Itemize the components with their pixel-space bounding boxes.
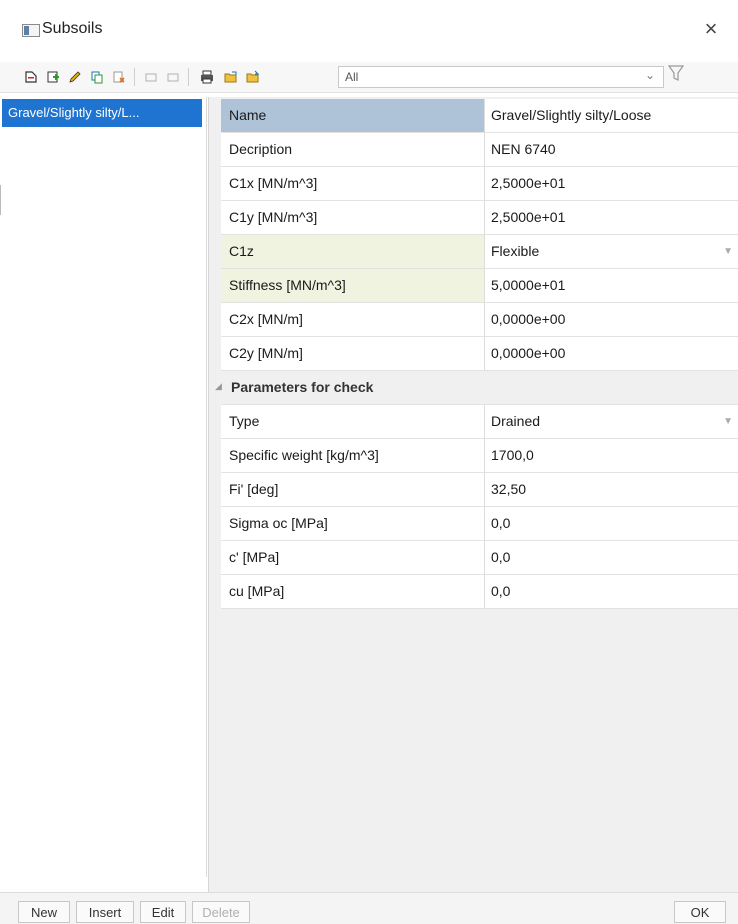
toolbar-button-8[interactable] bbox=[198, 68, 216, 86]
collapse-caret-icon[interactable]: ◢ bbox=[215, 381, 222, 392]
toolbar-button-3[interactable] bbox=[66, 68, 84, 86]
dropdown-caret-icon: ▼ bbox=[723, 246, 733, 257]
property-value[interactable]: 1700,0 bbox=[485, 439, 738, 472]
property-label: Stiffness [MN/m^3] bbox=[221, 269, 485, 302]
property-label: Fi' [deg] bbox=[221, 473, 485, 506]
property-row-description[interactable]: Decription NEN 6740 bbox=[221, 133, 738, 167]
property-row-c2x[interactable]: C2x [MN/m] 0,0000e+00 bbox=[221, 303, 738, 337]
property-value[interactable]: Gravel/Slightly silty/Loose bbox=[485, 99, 738, 132]
toolbar-button-10[interactable] bbox=[244, 68, 262, 86]
property-row-c1x[interactable]: C1x [MN/m^3] 2,5000e+01 bbox=[221, 167, 738, 201]
property-row-specific-weight[interactable]: Specific weight [kg/m^3] 1700,0 bbox=[221, 439, 738, 473]
property-value[interactable]: 0,0 bbox=[485, 507, 738, 540]
toolbar-button-5[interactable] bbox=[110, 68, 128, 86]
property-dropdown[interactable]: Flexible ▼ bbox=[485, 235, 738, 268]
window-title: Subsoils bbox=[42, 20, 103, 37]
toolbar-button-2[interactable] bbox=[44, 68, 62, 86]
toolbar-button-6[interactable] bbox=[142, 68, 160, 86]
delete-button[interactable]: Delete bbox=[192, 901, 250, 923]
property-row-sigma-oc[interactable]: Sigma oc [MPa] 0,0 bbox=[221, 507, 738, 541]
toolbar-button-1[interactable] bbox=[22, 68, 40, 86]
ok-button[interactable]: OK bbox=[674, 901, 726, 923]
property-value[interactable]: 2,5000e+01 bbox=[485, 201, 738, 234]
new-item-icon bbox=[25, 71, 37, 83]
property-row-c-prime[interactable]: c' [MPa] 0,0 bbox=[221, 541, 738, 575]
insert-item-icon bbox=[47, 71, 59, 83]
property-panel: Name Gravel/Slightly silty/Loose Decript… bbox=[208, 97, 738, 892]
delete-item-icon bbox=[113, 71, 125, 83]
property-label: C1x [MN/m^3] bbox=[221, 167, 485, 200]
print-icon bbox=[201, 70, 213, 84]
list-item[interactable]: Gravel/Slightly silty/L... bbox=[2, 99, 202, 127]
property-row-c1z[interactable]: C1z Flexible ▼ bbox=[221, 235, 738, 269]
property-label: Name bbox=[221, 99, 485, 132]
insert-button[interactable]: Insert bbox=[76, 901, 134, 923]
property-row-type[interactable]: Type Drained ▼ bbox=[221, 405, 738, 439]
edit-pencil-icon bbox=[69, 71, 81, 83]
filter-value: All bbox=[345, 70, 359, 84]
property-value[interactable]: 0,0000e+00 bbox=[485, 337, 738, 370]
funnel-icon[interactable] bbox=[667, 64, 685, 87]
property-row-cu[interactable]: cu [MPa] 0,0 bbox=[221, 575, 738, 609]
property-value[interactable]: 0,0 bbox=[485, 541, 738, 574]
group-header-parameters[interactable]: ◢ Parameters for check bbox=[215, 371, 738, 405]
save-folder-icon bbox=[246, 70, 260, 83]
property-label: c' [MPa] bbox=[221, 541, 485, 574]
property-row-c1y[interactable]: C1y [MN/m^3] 2,5000e+01 bbox=[221, 201, 738, 235]
property-label: Sigma oc [MPa] bbox=[221, 507, 485, 540]
close-button[interactable]: × bbox=[696, 14, 726, 44]
undo-icon bbox=[145, 73, 157, 82]
property-dropdown[interactable]: Drained ▼ bbox=[485, 405, 738, 438]
property-value[interactable]: NEN 6740 bbox=[485, 133, 738, 166]
property-label: C2x [MN/m] bbox=[221, 303, 485, 336]
property-row-name[interactable]: Name Gravel/Slightly silty/Loose bbox=[221, 99, 738, 133]
property-value[interactable]: 2,5000e+01 bbox=[485, 167, 738, 200]
left-edge-mark bbox=[0, 185, 1, 215]
chevron-down-icon: ⌄ bbox=[644, 68, 655, 82]
property-value[interactable]: 5,0000e+01 bbox=[485, 269, 738, 302]
group-label: Parameters for check bbox=[231, 379, 374, 395]
property-row-c2y[interactable]: C2y [MN/m] 0,0000e+00 bbox=[221, 337, 738, 371]
button-bar: New Insert Edit Delete OK bbox=[0, 892, 738, 924]
toolbar-button-7[interactable] bbox=[164, 68, 182, 86]
toolbar-button-9[interactable] bbox=[222, 68, 240, 86]
property-label: Specific weight [kg/m^3] bbox=[221, 439, 485, 472]
open-folder-icon bbox=[224, 71, 237, 83]
title-bar: Subsoils × bbox=[0, 0, 738, 63]
property-value[interactable]: 0,0 bbox=[485, 575, 738, 608]
app-window-icon bbox=[22, 24, 40, 37]
property-value[interactable]: 0,0000e+00 bbox=[485, 303, 738, 336]
property-label: Decription bbox=[221, 133, 485, 166]
subsoil-list[interactable]: Gravel/Slightly silty/L... bbox=[0, 97, 207, 877]
redo-icon bbox=[167, 73, 179, 82]
property-label: C2y [MN/m] bbox=[221, 337, 485, 370]
property-label: Type bbox=[221, 405, 485, 438]
property-value: Drained bbox=[491, 413, 541, 429]
property-label: cu [MPa] bbox=[221, 575, 485, 608]
property-row-stiffness[interactable]: Stiffness [MN/m^3] 5,0000e+01 bbox=[221, 269, 738, 303]
property-grid: Name Gravel/Slightly silty/Loose Decript… bbox=[215, 99, 738, 609]
property-label: C1y [MN/m^3] bbox=[221, 201, 485, 234]
edit-button[interactable]: Edit bbox=[140, 901, 186, 923]
property-value[interactable]: 32,50 bbox=[485, 473, 738, 506]
property-row-fi[interactable]: Fi' [deg] 32,50 bbox=[221, 473, 738, 507]
toolbar-separator bbox=[134, 68, 135, 86]
new-button[interactable]: New bbox=[18, 901, 70, 923]
dropdown-caret-icon: ▼ bbox=[723, 416, 733, 427]
filter-dropdown[interactable]: All ⌄ bbox=[338, 66, 664, 88]
toolbar-button-4[interactable] bbox=[88, 68, 106, 86]
property-value: Flexible bbox=[491, 243, 540, 259]
copy-icon bbox=[91, 71, 103, 84]
property-label: C1z bbox=[221, 235, 485, 268]
toolbar-separator bbox=[188, 68, 189, 86]
